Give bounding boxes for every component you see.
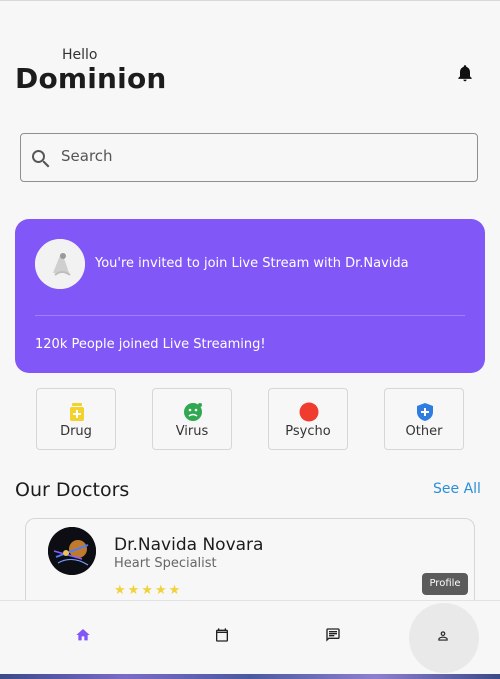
section-title: Our Doctors [15, 479, 130, 501]
home-icon[interactable] [75, 627, 91, 643]
background-image-strip [0, 674, 500, 679]
profile-button[interactable]: Profile [422, 573, 468, 595]
search-input[interactable] [59, 146, 463, 166]
doctor-avatar [48, 527, 96, 575]
star-icon: ★ [154, 583, 169, 598]
rating-stars: ★★★★★ [114, 583, 182, 598]
star-icon: ★ [141, 583, 155, 598]
top-divider [0, 0, 500, 1]
invite-text: You're invited to join Live Stream with … [95, 256, 409, 271]
banner-divider [35, 315, 465, 316]
user-name: Dominion [15, 62, 167, 95]
category-virus[interactable]: Virus [152, 388, 232, 450]
person-icon[interactable] [436, 629, 450, 643]
see-all-link[interactable]: See All [433, 481, 481, 497]
category-label: Other [405, 424, 443, 439]
doctor-avatar [35, 239, 85, 289]
category-label: Psycho [285, 424, 331, 439]
star-icon: ★ [114, 583, 128, 598]
bottom-navigation [0, 600, 500, 675]
joined-count-text: 120k People joined Live Streaming! [35, 337, 266, 352]
notification-bell-icon[interactable] [455, 62, 475, 84]
star-icon: ★ [168, 583, 183, 598]
shield-plus-icon [417, 403, 433, 421]
category-label: Drug [60, 424, 92, 439]
chat-icon[interactable] [325, 627, 341, 643]
category-other[interactable]: Other [384, 388, 464, 450]
star-icon: ★ [127, 583, 142, 598]
category-drug[interactable]: Drug [36, 388, 116, 450]
search-box[interactable] [20, 133, 478, 182]
virus-icon [184, 403, 202, 421]
category-psycho[interactable]: Psycho [268, 388, 348, 450]
doctor-specialty: Heart Specialist [114, 556, 217, 571]
doctor-name: Dr.Navida Novara [114, 535, 264, 555]
psycho-icon [299, 402, 319, 422]
medicine-icon [70, 403, 84, 421]
live-stream-banner[interactable]: You're invited to join Live Stream with … [15, 219, 485, 373]
greeting-text: Hello [62, 47, 98, 63]
category-label: Virus [175, 424, 209, 439]
search-icon [32, 150, 50, 168]
calendar-icon[interactable] [214, 627, 230, 643]
